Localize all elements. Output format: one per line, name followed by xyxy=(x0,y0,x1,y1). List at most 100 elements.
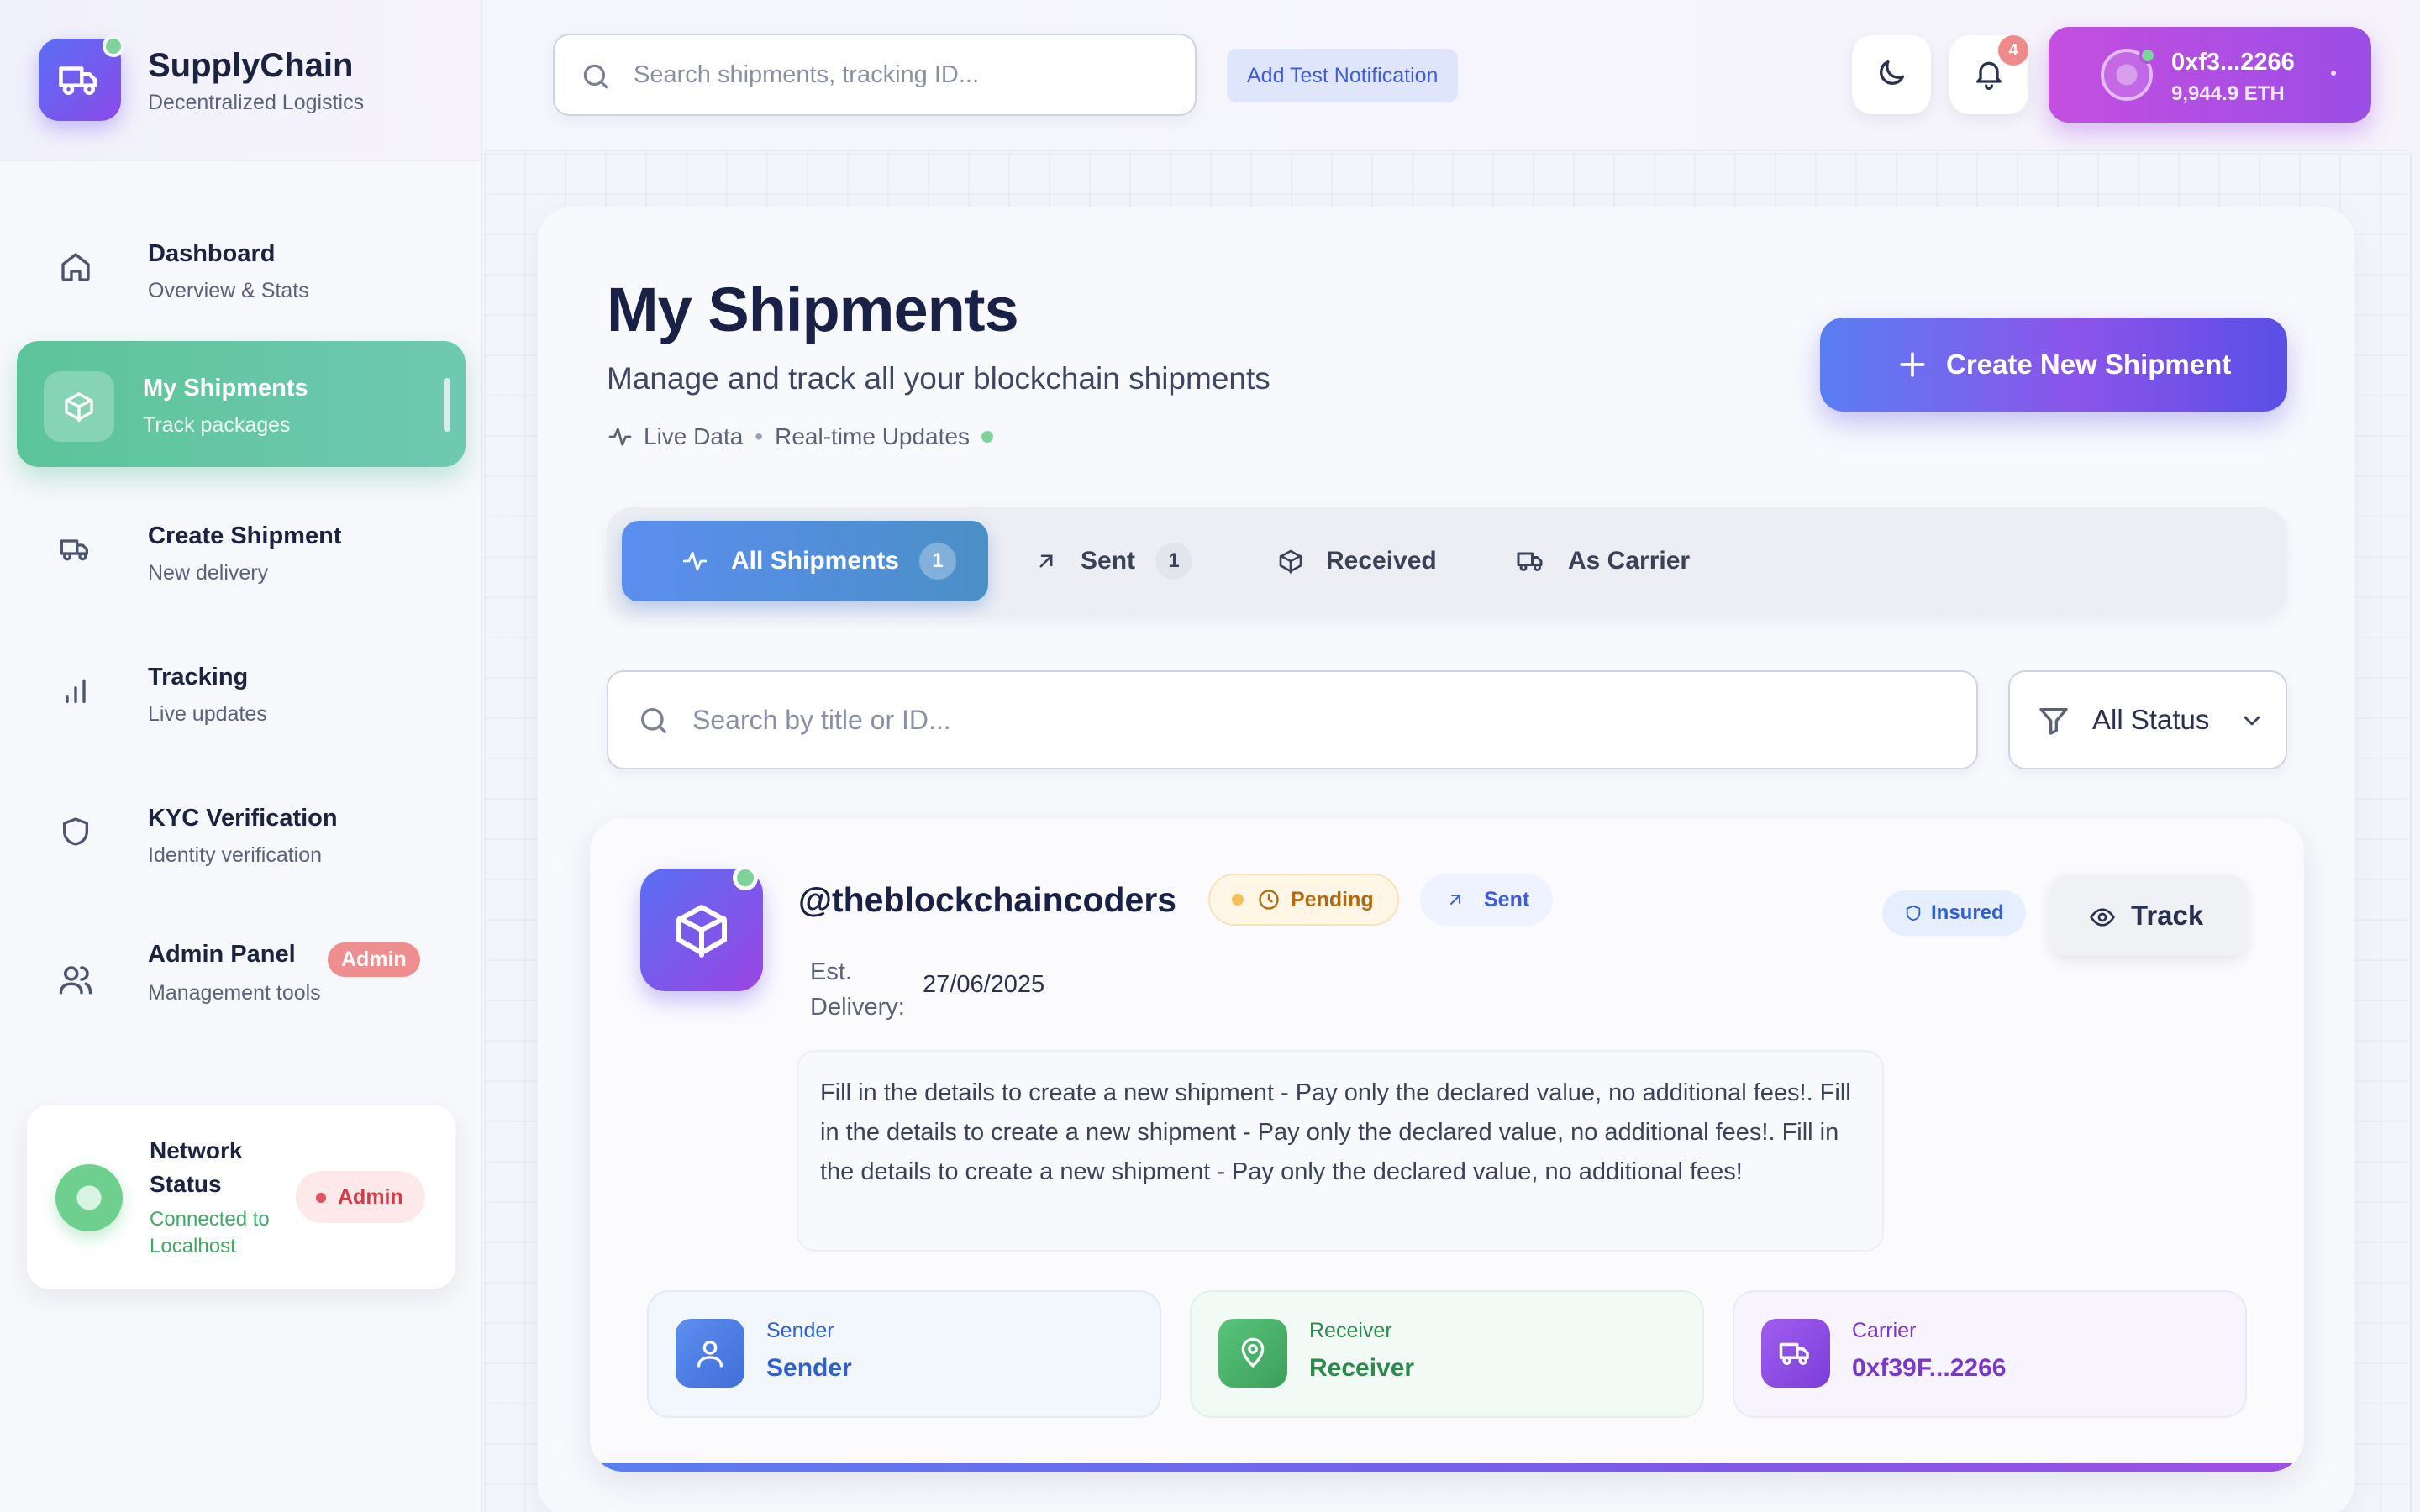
wallet-menu-indicator xyxy=(2331,71,2336,76)
est-delivery-date: 27/06/2025 xyxy=(923,971,1045,998)
receiver-card: Receiver Receiver xyxy=(1190,1290,1704,1418)
bar-chart-icon xyxy=(49,664,103,717)
tab-label: As Carrier xyxy=(1568,547,1691,575)
clock-icon xyxy=(1257,888,1281,911)
create-button-label: Create New Shipment xyxy=(1946,349,2232,380)
direction-label: Sent xyxy=(1484,887,1530,911)
package-icon xyxy=(44,371,114,442)
scrollbar-track[interactable] xyxy=(2410,153,2412,1512)
tab-received[interactable]: Received xyxy=(1277,521,1470,601)
user-icon xyxy=(676,1319,744,1388)
arrow-up-right-icon xyxy=(1034,549,1059,574)
sidebar-item-subtitle: Track packages xyxy=(143,413,291,437)
eye-icon xyxy=(2089,904,2116,937)
brand[interactable]: SupplyChain Decentralized Logistics xyxy=(0,0,481,161)
status-filter-select[interactable]: All Status xyxy=(2008,670,2287,769)
insured-badge: Insured xyxy=(1882,890,2026,936)
sidebar-item-subtitle: New delivery xyxy=(148,561,269,585)
users-icon xyxy=(49,953,103,1006)
sidebar-item-title: My Shipments xyxy=(143,375,308,402)
wallet-connected-dot xyxy=(2139,47,2156,64)
tab-as-carrier[interactable]: As Carrier xyxy=(1516,521,1734,601)
tab-all-shipments[interactable]: All Shipments 1 xyxy=(622,521,988,601)
sidebar-item-kyc-verification[interactable]: KYC Verification Identity verification xyxy=(17,768,466,894)
sidebar: SupplyChain Decentralized Logistics Dash… xyxy=(0,0,482,1512)
home-icon xyxy=(49,240,103,294)
wallet-address: 0xf3...2266 xyxy=(2171,49,2295,76)
shield-icon xyxy=(49,805,103,858)
status-dot xyxy=(1232,894,1244,906)
sidebar-item-dashboard[interactable]: Dashboard Overview & Stats xyxy=(17,203,466,329)
track-button[interactable]: Track xyxy=(2050,875,2247,956)
topbar: Search shipments, tracking ID... Add Tes… xyxy=(484,0,2408,151)
search-icon xyxy=(580,60,612,99)
live-data-label: Live Data xyxy=(644,423,744,449)
shipment-card[interactable]: @theblockchaincoders Pending Sent Insure… xyxy=(590,818,2304,1472)
sidebar-item-title: KYC Verification xyxy=(148,805,338,832)
carrier-label: Carrier xyxy=(1852,1319,1917,1342)
sender-card: Sender Sender xyxy=(647,1290,1161,1418)
receiver-label: Receiver xyxy=(1309,1319,1392,1342)
live-status-row: Live Data • Real-time Updates xyxy=(607,420,993,454)
bell-icon xyxy=(1972,56,2006,94)
activity-icon xyxy=(607,423,634,450)
create-new-shipment-button[interactable]: Create New Shipment xyxy=(1820,318,2287,412)
truck-icon xyxy=(1761,1319,1830,1388)
truck-icon xyxy=(49,522,103,576)
sidebar-item-subtitle: Overview & Stats xyxy=(148,279,309,302)
arrow-up-right-icon xyxy=(1445,890,1465,910)
search-placeholder: Search by title or ID... xyxy=(692,704,951,735)
wallet-balance: 9,944.9 ETH xyxy=(2171,82,2285,105)
shipment-title: @theblockchaincoders xyxy=(798,880,1177,919)
sidebar-item-title: Tracking xyxy=(148,664,249,690)
status-filter-value: All Status xyxy=(2092,704,2210,735)
status-badge: Pending xyxy=(1208,874,1399,926)
brand-subtitle: Decentralized Logistics xyxy=(148,91,365,114)
live-indicator-dot xyxy=(981,431,993,443)
carrier-value: 0xf39F...2266 xyxy=(1852,1354,2007,1382)
theme-toggle-button[interactable] xyxy=(1852,35,1931,114)
chevron-down-icon xyxy=(2238,707,2265,741)
carrier-card: Carrier 0xf39F...2266 xyxy=(1733,1290,2247,1418)
moon-icon xyxy=(1875,56,1908,94)
page-subtitle: Manage and track all your blockchain shi… xyxy=(607,361,1270,396)
receiver-value: Receiver xyxy=(1309,1354,1415,1382)
sidebar-item-tracking[interactable]: Tracking Live updates xyxy=(17,627,466,753)
realtime-updates-label: Real-time Updates xyxy=(775,423,970,449)
add-test-notification-button[interactable]: Add Test Notification xyxy=(1227,49,1459,102)
page-title: My Shipments xyxy=(607,275,1019,344)
sidebar-item-subtitle: Live updates xyxy=(148,702,267,726)
shipment-search-input[interactable]: Search by title or ID... xyxy=(607,670,1978,769)
tab-count: 1 xyxy=(1155,543,1193,580)
tab-label: Sent xyxy=(1081,547,1136,575)
filter-icon xyxy=(2037,704,2070,744)
wallet-button[interactable]: 0xf3...2266 9,944.9 ETH xyxy=(2049,27,2371,123)
search-placeholder: Search shipments, tracking ID... xyxy=(634,60,979,88)
active-indicator xyxy=(444,378,450,432)
sidebar-item-my-shipments[interactable]: My Shipments Track packages xyxy=(17,341,466,467)
sender-label: Sender xyxy=(766,1319,834,1342)
app: SupplyChain Decentralized Logistics Dash… xyxy=(0,0,2420,1512)
admin-badge: Admin xyxy=(328,942,420,977)
search-input[interactable]: Search shipments, tracking ID... xyxy=(553,34,1197,116)
shipment-active-dot xyxy=(733,865,758,890)
shield-icon xyxy=(1904,904,1923,922)
card-accent-bar xyxy=(590,1463,2304,1472)
network-status-card: Network Status Connected to Localhost Ad… xyxy=(27,1105,455,1289)
sidebar-item-admin-panel[interactable]: Admin Panel Admin Management tools xyxy=(17,909,466,1035)
online-dot xyxy=(103,35,124,57)
sender-value: Sender xyxy=(766,1354,852,1382)
sidebar-item-create-shipment[interactable]: Create Shipment New delivery xyxy=(17,486,466,612)
tab-count: 1 xyxy=(919,543,957,580)
search-icon xyxy=(637,704,671,744)
network-status-text: Connected to Localhost xyxy=(150,1208,270,1257)
shipment-tabs: All Shipments 1 Sent 1 Received As Carri… xyxy=(607,507,2287,617)
activity-icon xyxy=(681,547,709,575)
brand-title: SupplyChain xyxy=(148,47,354,84)
map-pin-icon xyxy=(1218,1319,1287,1388)
sidebar-item-title: Admin Panel xyxy=(148,941,296,968)
notification-count-badge: 4 xyxy=(1998,35,2028,66)
tab-sent[interactable]: Sent 1 xyxy=(1034,521,1227,601)
tab-label: All Shipments xyxy=(731,547,900,575)
network-status-title: Network Status xyxy=(150,1137,243,1197)
